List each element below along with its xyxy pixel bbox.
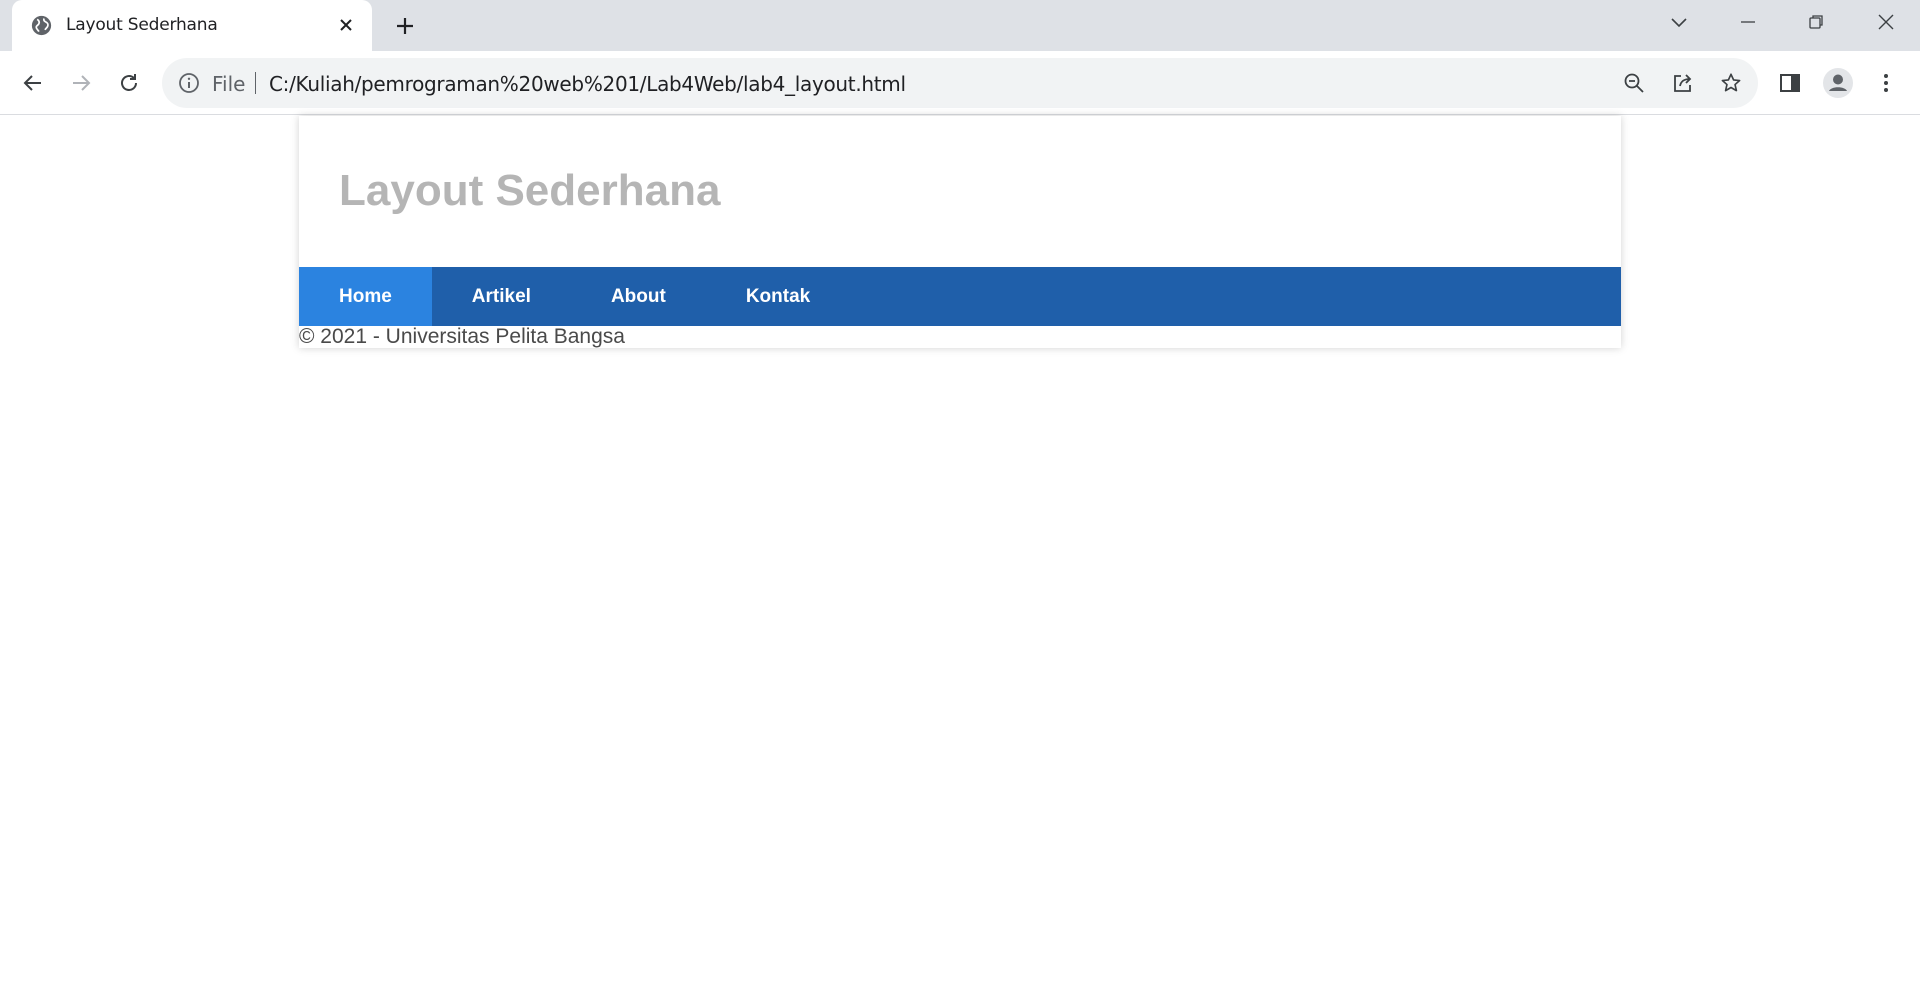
menu-icon[interactable]: [1867, 64, 1905, 102]
browser-toolbar: File C:/Kuliah/pemrograman%20web%201/Lab…: [0, 51, 1920, 115]
page-footer: © 2021 - Universitas Pelita Bangsa: [299, 325, 625, 348]
nav-link-about[interactable]: About: [571, 267, 706, 326]
page-container: Layout Sederhana Home Artikel About Kont…: [299, 116, 1621, 348]
back-icon[interactable]: [14, 64, 52, 102]
tab-strip: Layout Sederhana: [0, 0, 1920, 51]
chevron-down-icon[interactable]: [1645, 0, 1713, 44]
minimize-icon[interactable]: [1714, 0, 1782, 44]
forward-icon[interactable]: [62, 64, 100, 102]
reload-icon[interactable]: [110, 64, 148, 102]
url-text[interactable]: C:/Kuliah/pemrograman%20web%201/Lab4Web/…: [269, 72, 906, 96]
page-header: Layout Sederhana: [299, 116, 1621, 267]
globe-icon: [31, 15, 52, 36]
nav-link-kontak[interactable]: Kontak: [706, 267, 850, 326]
star-icon[interactable]: [1718, 70, 1744, 96]
address-bar[interactable]: File C:/Kuliah/pemrograman%20web%201/Lab…: [162, 58, 1758, 108]
tab-title: Layout Sederhana: [66, 15, 218, 35]
close-icon[interactable]: [335, 14, 357, 36]
zoom-out-icon[interactable]: [1621, 70, 1647, 96]
browser-tab[interactable]: Layout Sederhana: [12, 0, 372, 51]
scheme-label: File: [212, 72, 246, 96]
share-icon[interactable]: [1670, 70, 1696, 96]
nav-link-artikel[interactable]: Artikel: [432, 267, 571, 326]
nav-link-home[interactable]: Home: [299, 267, 432, 326]
restore-icon[interactable]: [1782, 0, 1850, 44]
side-panel-icon[interactable]: [1771, 64, 1809, 102]
plus-icon[interactable]: [391, 12, 419, 40]
profile-icon[interactable]: [1819, 64, 1857, 102]
info-icon[interactable]: [178, 72, 200, 94]
page-viewport: Layout Sederhana Home Artikel About Kont…: [0, 116, 1920, 1006]
page-title: Layout Sederhana: [339, 166, 721, 215]
divider: [255, 72, 256, 94]
main-nav: Home Artikel About Kontak: [299, 267, 1621, 326]
window-close-icon[interactable]: [1852, 0, 1920, 44]
